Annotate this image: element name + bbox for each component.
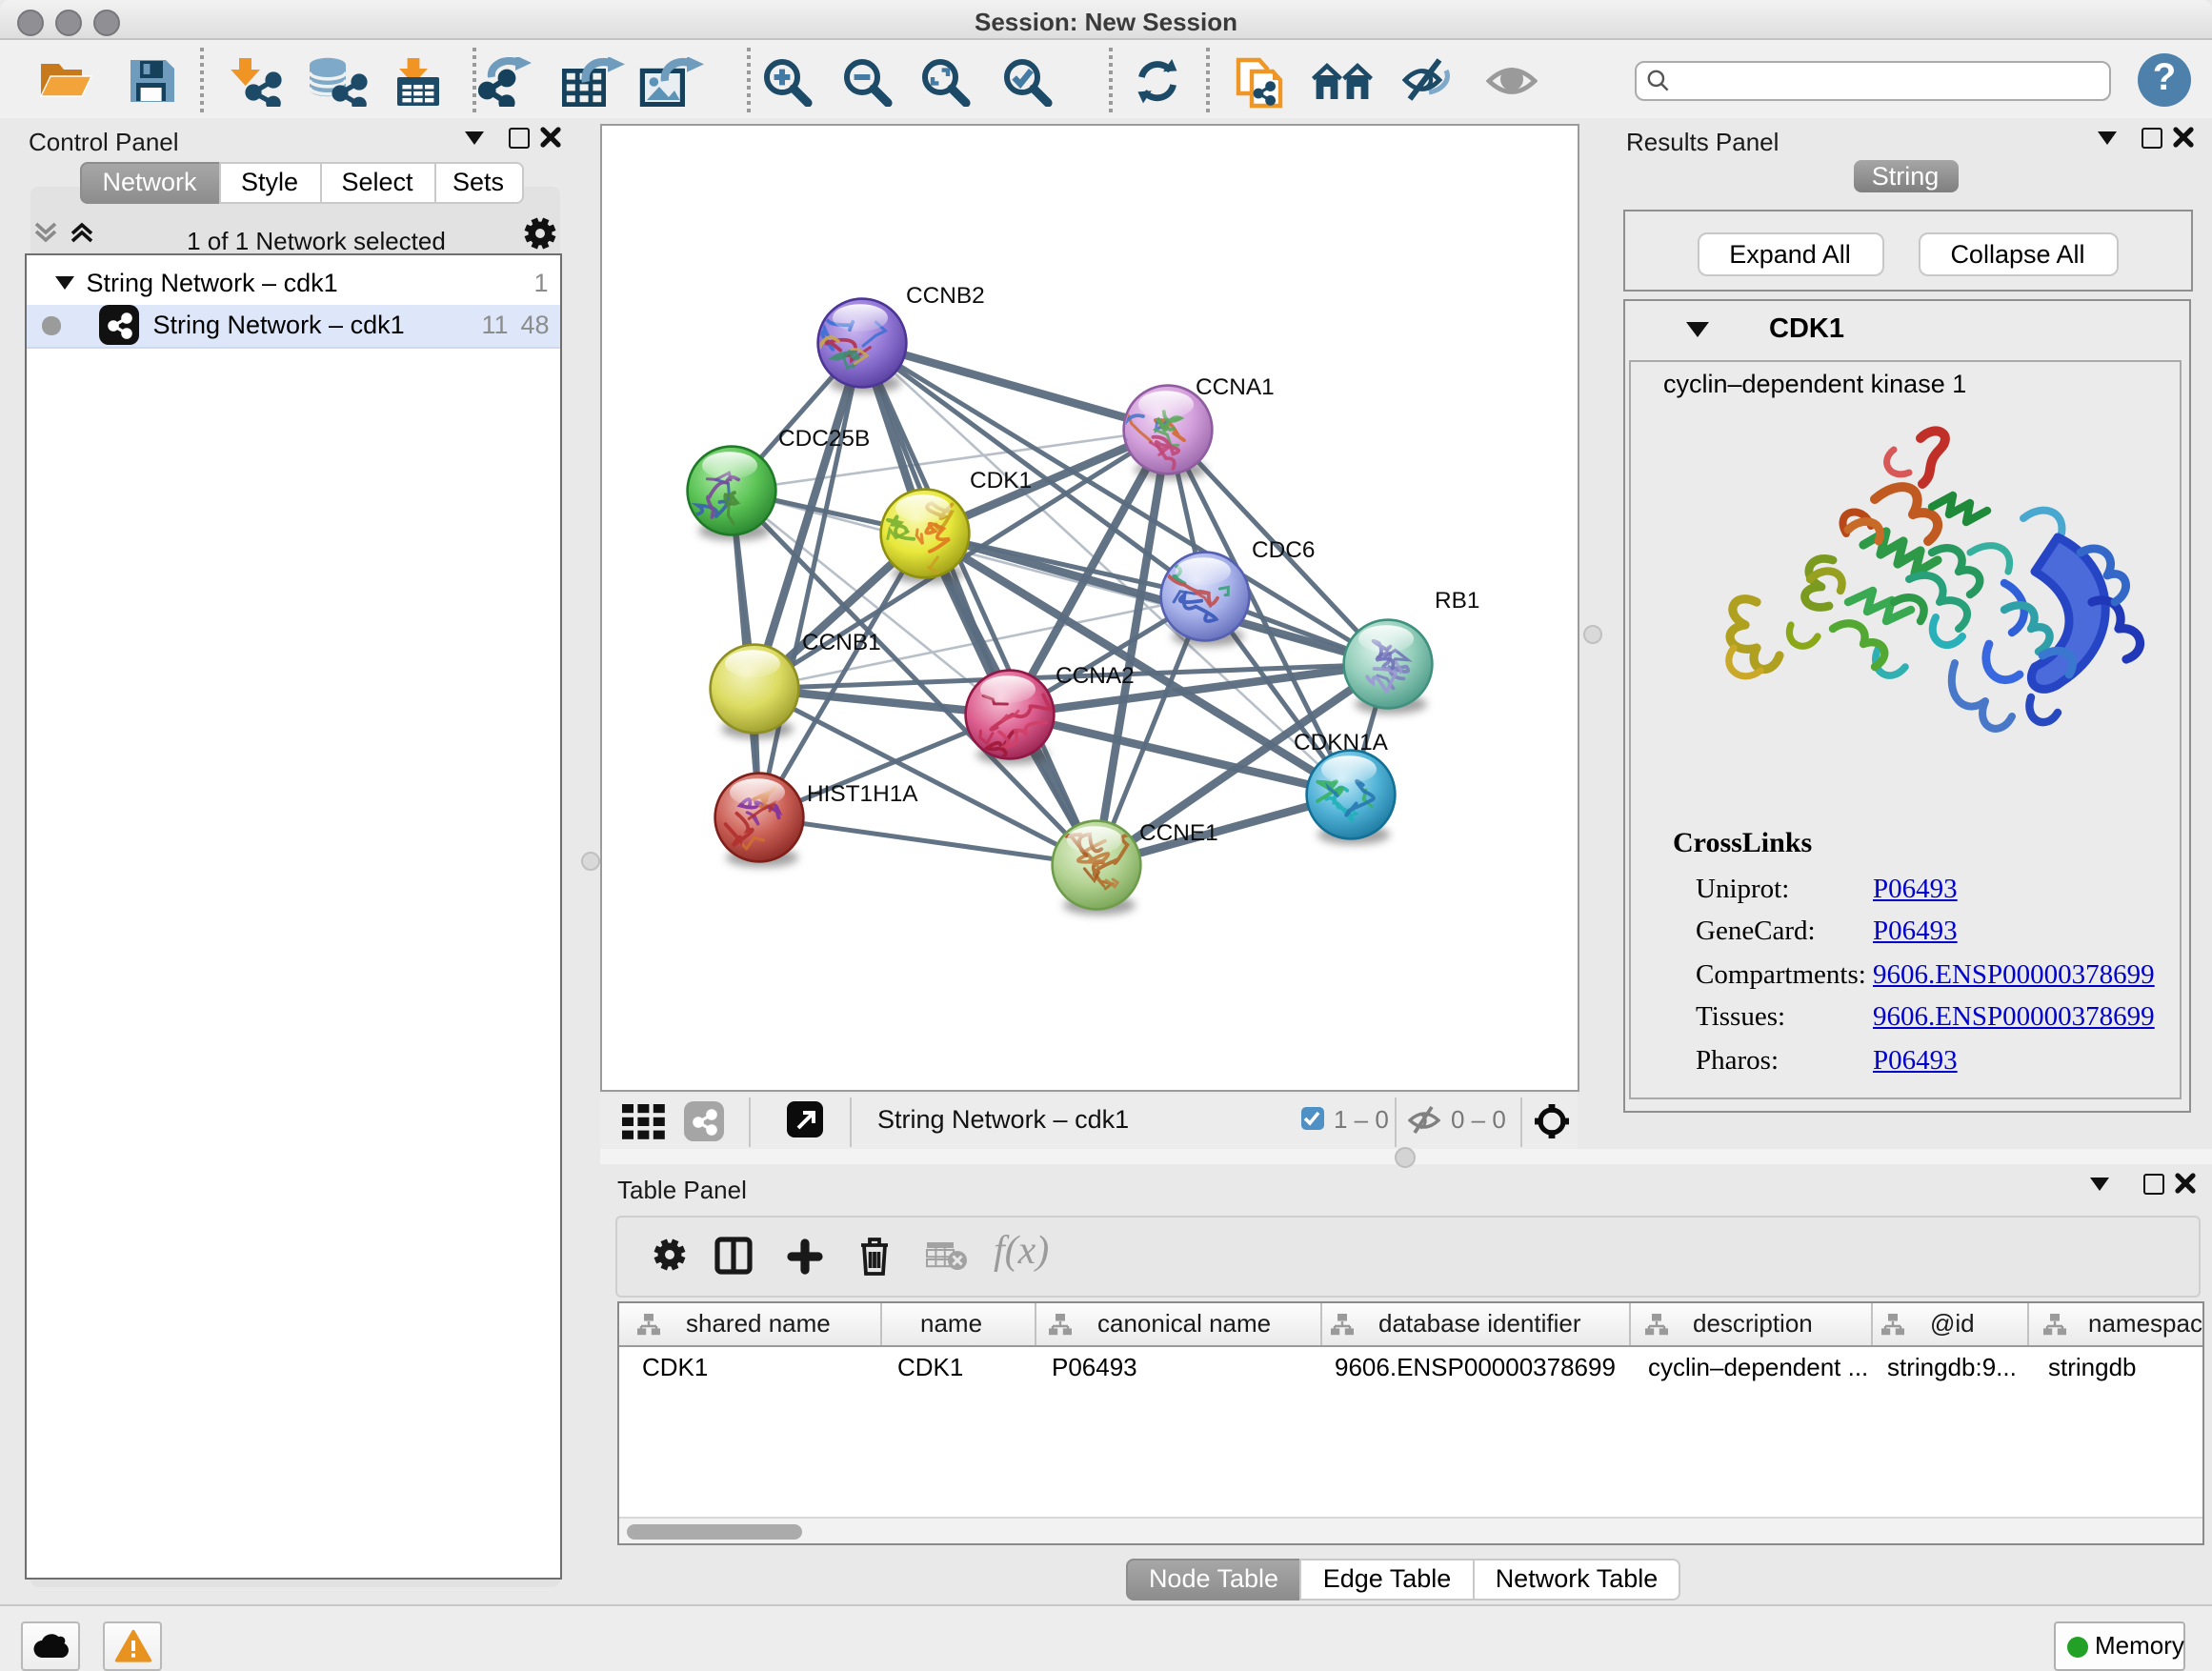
svg-text:CCNA2: CCNA2 bbox=[1055, 662, 1134, 688]
svg-text:CDC6: CDC6 bbox=[1251, 536, 1314, 562]
svg-text:CDC25B: CDC25B bbox=[777, 425, 869, 451]
svg-text:RB1: RB1 bbox=[1434, 587, 1478, 613]
svg-text:CCNE1: CCNE1 bbox=[1138, 819, 1217, 845]
svg-text:CCNB2: CCNB2 bbox=[905, 282, 984, 308]
svg-text:CCNB1: CCNB1 bbox=[801, 629, 880, 654]
svg-text:CCNA1: CCNA1 bbox=[1195, 373, 1274, 399]
svg-text:CDKN1A: CDKN1A bbox=[1293, 729, 1388, 755]
svg-text:CDK1: CDK1 bbox=[969, 467, 1031, 493]
svg-text:HIST1H1A: HIST1H1A bbox=[806, 780, 917, 806]
